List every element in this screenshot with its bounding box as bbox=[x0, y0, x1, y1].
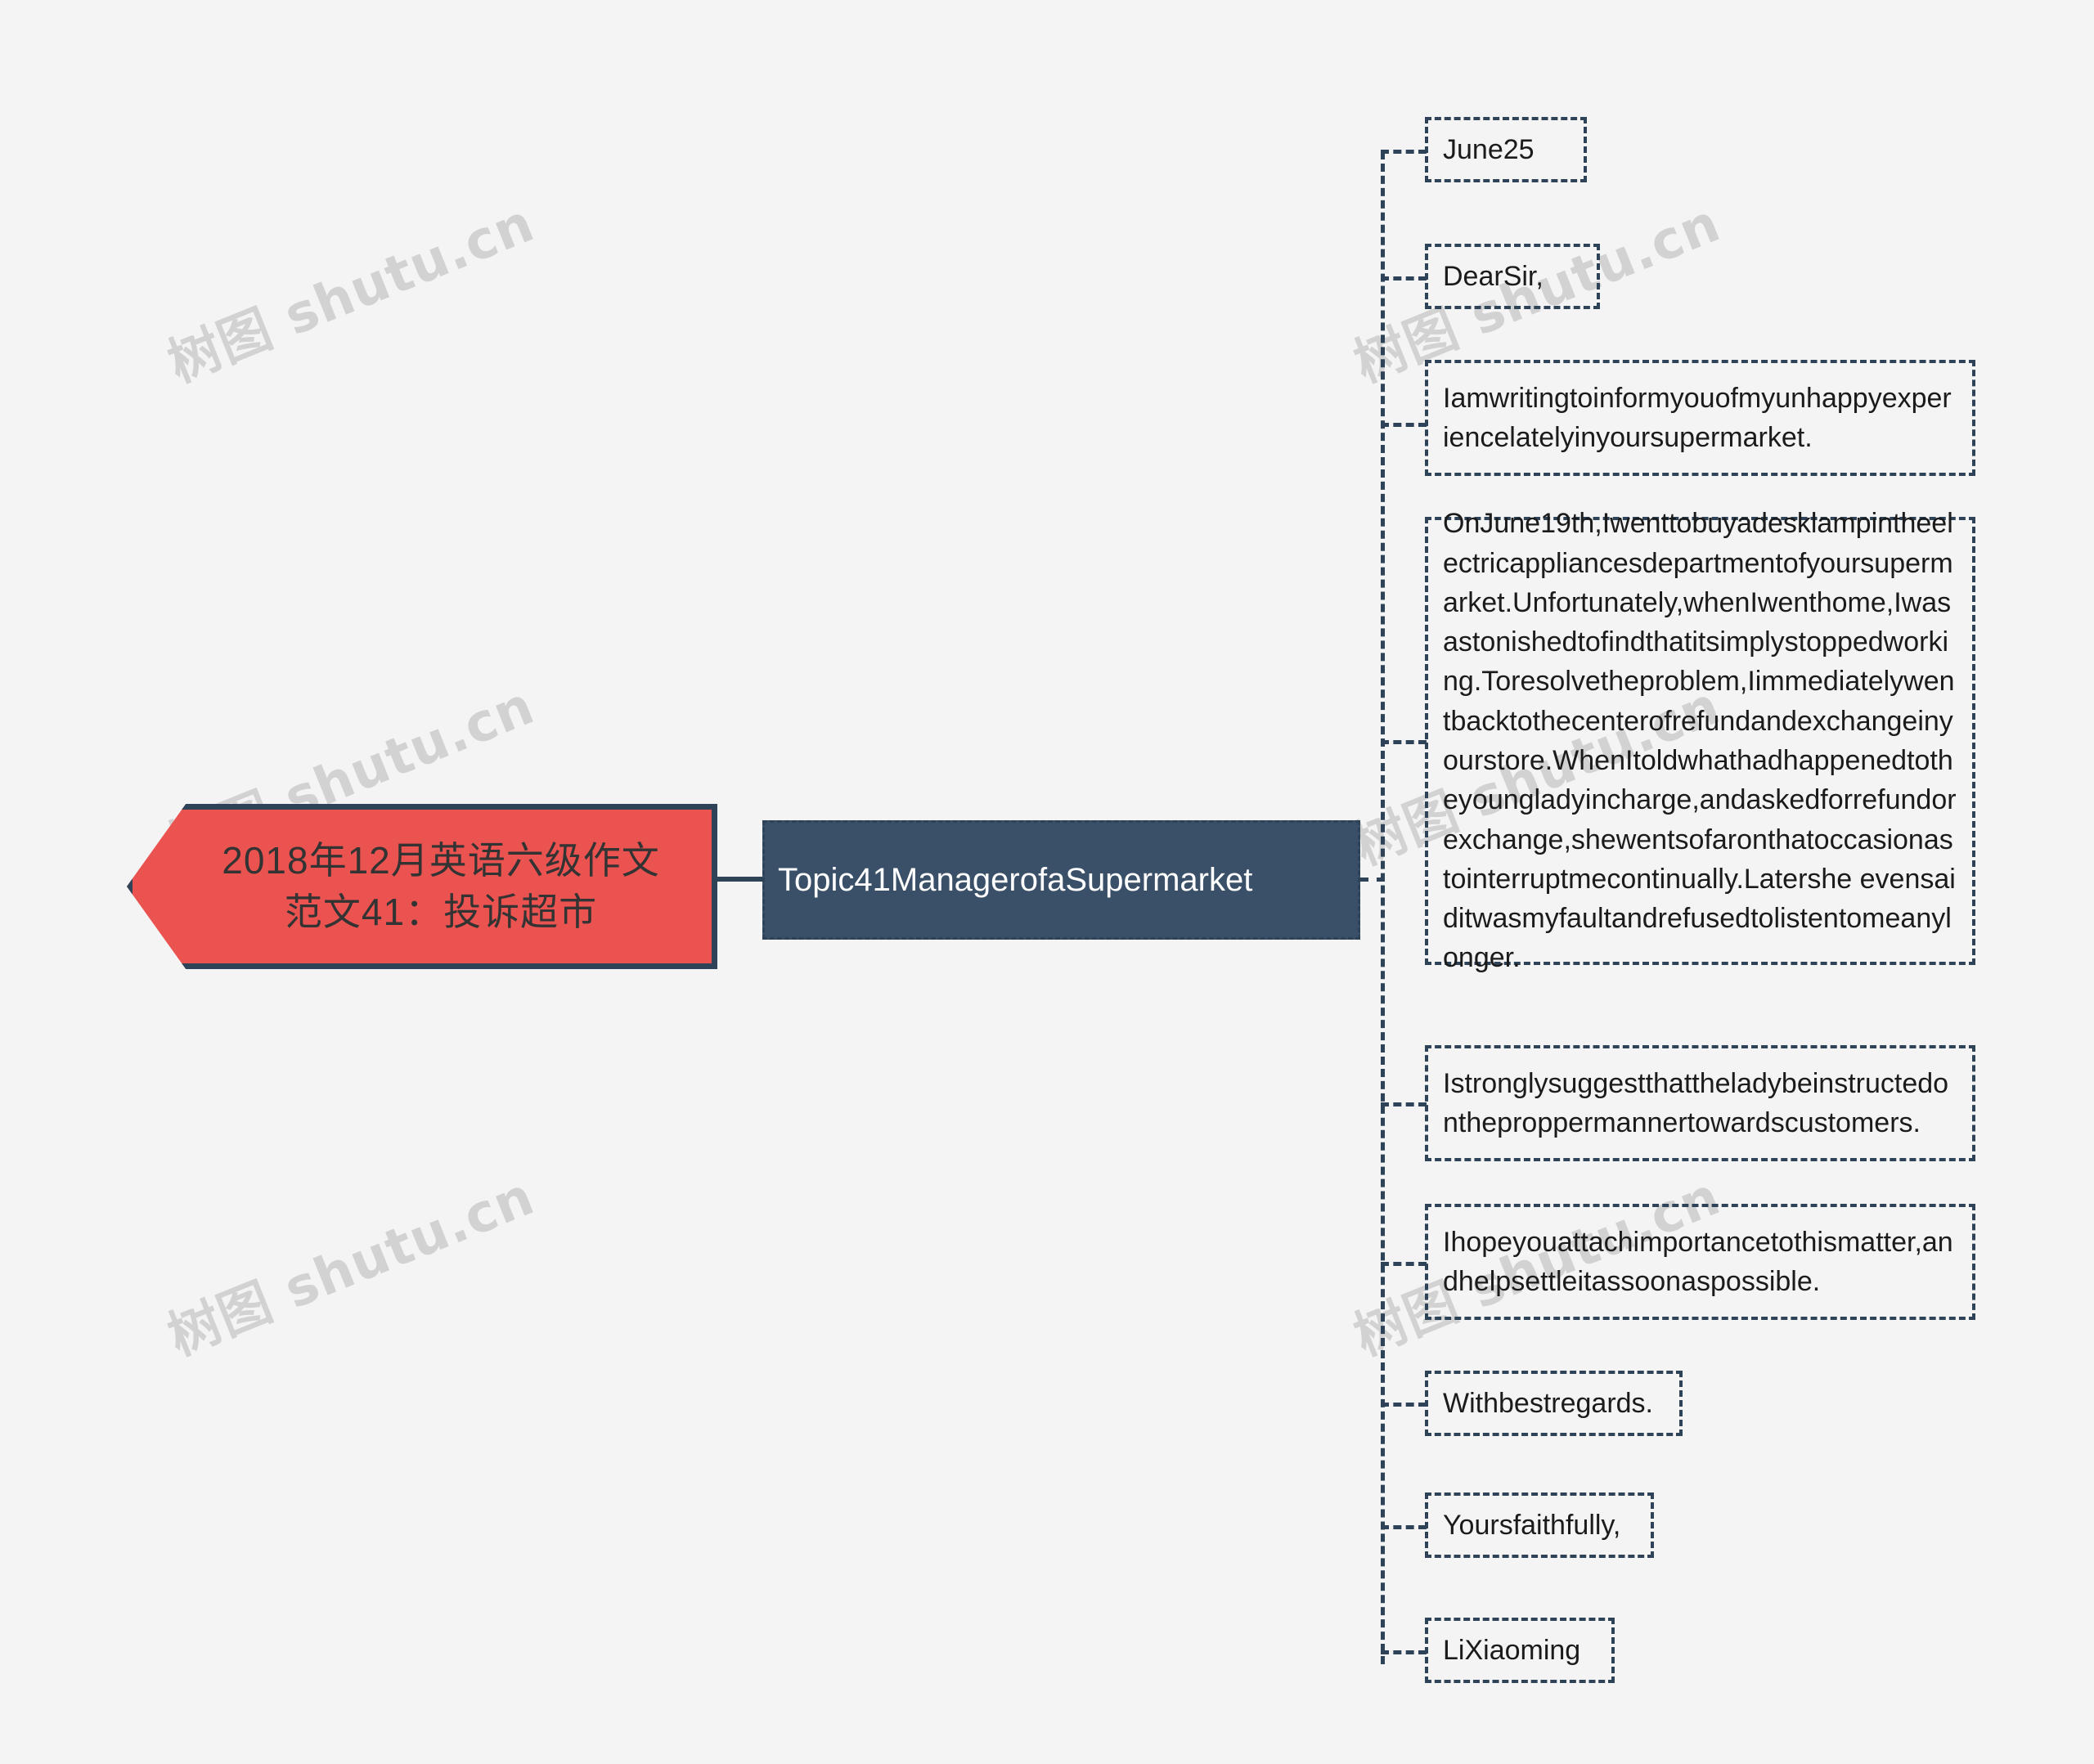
connector-stub-signoff bbox=[1381, 1525, 1427, 1529]
watermark: 树图 shutu.cn bbox=[160, 1166, 543, 1368]
connector-stub-date bbox=[1381, 150, 1427, 154]
connector-stub-suggestion bbox=[1381, 1102, 1427, 1106]
root-node[interactable]: 2018年12月英语六级作文 范文41：投诉超市 bbox=[127, 804, 717, 969]
root-node-label-line2: 范文41：投诉超市 bbox=[284, 891, 598, 933]
connector-trunk bbox=[1381, 151, 1385, 1664]
leaf-node-signoff-label: Yoursfaithfully, bbox=[1443, 1509, 1621, 1541]
leaf-node-regards-label: Withbestregards. bbox=[1443, 1387, 1653, 1419]
leaf-node-signoff[interactable]: Yoursfaithfully, bbox=[1425, 1492, 1654, 1558]
leaf-node-suggestion[interactable]: Istronglysuggestthattheladybeinstructedo… bbox=[1425, 1045, 1975, 1161]
root-node-label-line1: 2018年12月英语六级作文 bbox=[222, 838, 660, 882]
leaf-node-regards[interactable]: Withbestregards. bbox=[1425, 1371, 1683, 1436]
connector-stub-salutation bbox=[1381, 276, 1427, 281]
root-node-label: 2018年12月英语六级作文 范文41：投诉超市 bbox=[173, 835, 672, 939]
connector-stub-signature bbox=[1381, 1650, 1427, 1654]
connector-stub-closing bbox=[1381, 1262, 1427, 1266]
leaf-node-signature-label: LiXiaoming bbox=[1443, 1634, 1581, 1666]
watermark: 树图 shutu.cn bbox=[160, 193, 543, 395]
leaf-node-body[interactable]: OnJune19th,Iwenttobuyadesklampintheelect… bbox=[1425, 508, 1975, 973]
leaf-node-opening-label: Iamwritingtoinformyouofmyunhappyexperien… bbox=[1443, 382, 1952, 453]
connector-stub-body bbox=[1381, 740, 1427, 744]
leaf-node-closing-label: Ihopeyouattachimportancetothismatter,and… bbox=[1443, 1226, 1953, 1297]
leaf-node-date-label: June25 bbox=[1443, 133, 1535, 165]
leaf-node-suggestion-label: Istronglysuggestthattheladybeinstructedo… bbox=[1443, 1067, 1949, 1138]
leaf-node-closing[interactable]: Ihopeyouattachimportancetothismatter,and… bbox=[1425, 1204, 1975, 1320]
mindmap-canvas: 树图 shutu.cn 树图 shutu.cn 树图 shutu.cn 树图 s… bbox=[0, 0, 2094, 1764]
connector-stub-opening bbox=[1381, 423, 1427, 427]
leaf-node-date[interactable]: June25 bbox=[1425, 117, 1587, 182]
connector-root-to-topic bbox=[717, 877, 765, 882]
connector-stub-regards bbox=[1381, 1403, 1427, 1407]
leaf-node-salutation-label: DearSir, bbox=[1443, 260, 1544, 292]
topic-node-label: Topic41ManagerofaSupermarket bbox=[778, 861, 1253, 898]
leaf-node-signature[interactable]: LiXiaoming bbox=[1425, 1618, 1615, 1683]
leaf-node-salutation[interactable]: DearSir, bbox=[1425, 244, 1600, 309]
leaf-node-body-label: OnJune19th,Iwenttobuyadesklampintheelect… bbox=[1443, 508, 1957, 974]
leaf-node-opening[interactable]: Iamwritingtoinformyouofmyunhappyexperien… bbox=[1425, 360, 1975, 476]
topic-node[interactable]: Topic41ManagerofaSupermarket bbox=[762, 820, 1360, 940]
